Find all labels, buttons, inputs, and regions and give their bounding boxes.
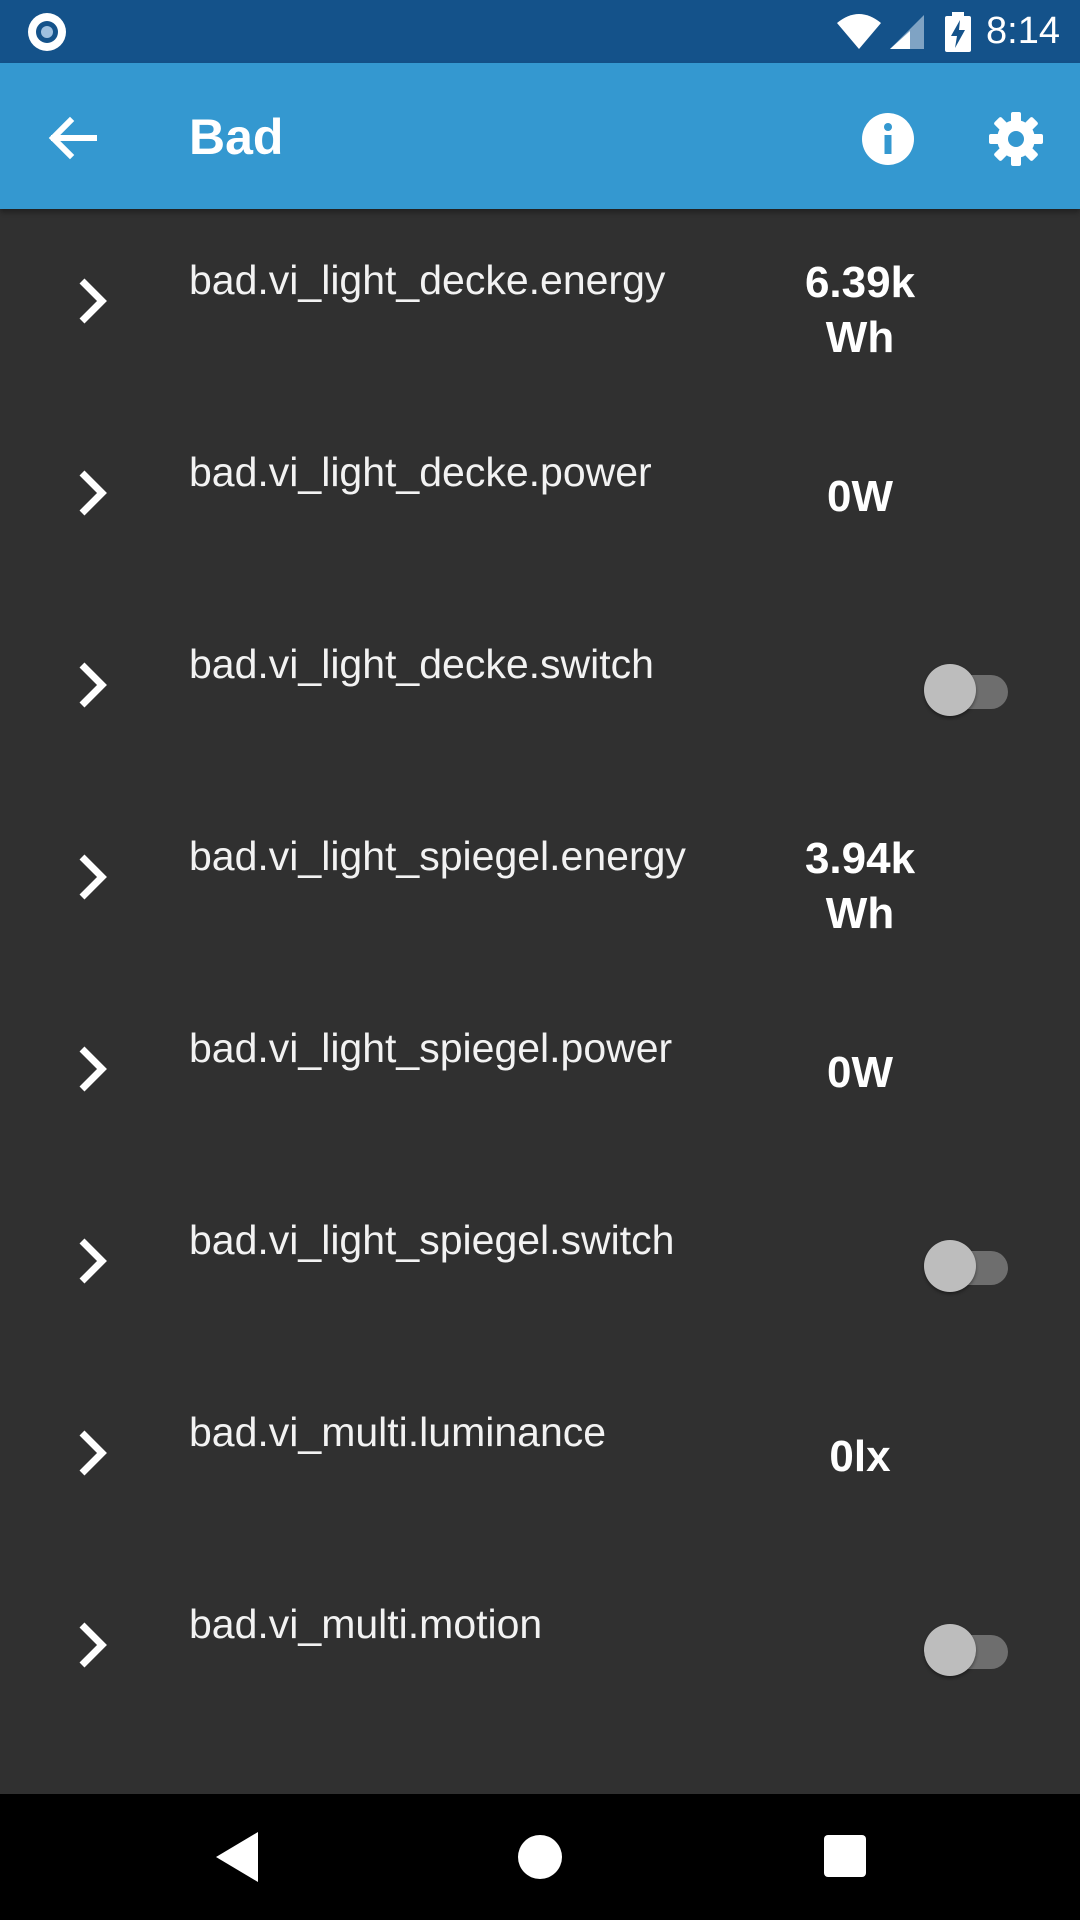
status-icons: 8:14 <box>836 0 1060 63</box>
entity-list: bad.vi_light_decke.energy 6.39k Wh bad.v… <box>0 209 1080 1794</box>
chevron-right-icon[interactable] <box>70 1231 120 1291</box>
app-bar: Bad <box>0 63 1080 209</box>
cell-signal-icon <box>890 14 925 49</box>
switch-toggle[interactable] <box>924 1239 1008 1293</box>
status-time: 8:14 <box>986 10 1060 52</box>
value-number: 6.39k <box>804 258 916 307</box>
settings-button[interactable] <box>980 103 1052 175</box>
record-icon <box>28 13 66 51</box>
list-item-decke-switch[interactable]: bad.vi_light_decke.switch <box>0 593 1080 785</box>
page-title: Bad <box>189 109 284 165</box>
toggle-thumb <box>924 1624 976 1676</box>
entity-label: bad.vi_multi.luminance <box>189 1409 607 1455</box>
switch-toggle[interactable] <box>924 663 1008 717</box>
entity-label: bad.vi_light_spiegel.power <box>189 1025 673 1071</box>
entity-value: 0W <box>827 1048 893 1097</box>
value-number: 3.94k <box>804 834 916 883</box>
entity-value: 0W <box>827 472 893 521</box>
status-bar: 8:14 <box>0 0 1080 63</box>
info-icon <box>862 113 914 165</box>
list-item-decke-energy[interactable]: bad.vi_light_decke.energy 6.39k Wh <box>0 209 1080 401</box>
value-unit: Wh <box>825 889 895 938</box>
entity-label: bad.vi_light_decke.switch <box>189 641 654 687</box>
nav-home-icon[interactable] <box>518 1835 562 1879</box>
entity-value: 6.39k Wh <box>760 255 960 365</box>
entity-label: bad.vi_light_spiegel.switch <box>189 1217 675 1263</box>
entity-value: 0lx <box>829 1432 891 1481</box>
system-nav-bar <box>0 1794 1080 1920</box>
nav-back-icon[interactable] <box>212 1830 262 1884</box>
entity-label: bad.vi_light_spiegel.energy <box>189 833 686 879</box>
toggle-thumb <box>924 1240 976 1292</box>
list-item-decke-power[interactable]: bad.vi_light_decke.power 0W <box>0 401 1080 593</box>
entity-label: bad.vi_light_decke.power <box>189 449 652 495</box>
wifi-icon <box>837 13 882 49</box>
chevron-right-icon[interactable] <box>70 847 120 907</box>
entity-label: bad.vi_multi.motion <box>189 1601 543 1647</box>
battery-charging-icon <box>945 11 972 52</box>
chevron-right-icon[interactable] <box>70 1615 120 1675</box>
entity-label: bad.vi_light_decke.energy <box>189 257 666 303</box>
entity-value: 3.94k Wh <box>760 831 960 941</box>
chevron-right-icon[interactable] <box>70 271 120 331</box>
toggle-thumb <box>924 664 976 716</box>
list-item-multi-luminance[interactable]: bad.vi_multi.luminance 0lx <box>0 1361 1080 1553</box>
chevron-right-icon[interactable] <box>70 463 120 523</box>
list-item-multi-motion[interactable]: bad.vi_multi.motion <box>0 1553 1080 1745</box>
switch-toggle[interactable] <box>924 1623 1008 1677</box>
back-button[interactable] <box>38 103 108 173</box>
arrow-left-icon <box>48 116 97 160</box>
list-item-spiegel-power[interactable]: bad.vi_light_spiegel.power 0W <box>0 977 1080 1169</box>
list-item-spiegel-energy[interactable]: bad.vi_light_spiegel.energy 3.94k Wh <box>0 785 1080 977</box>
value-unit: Wh <box>825 313 895 362</box>
list-item-spiegel-switch[interactable]: bad.vi_light_spiegel.switch <box>0 1169 1080 1361</box>
gear-icon <box>989 112 1043 166</box>
info-button[interactable] <box>852 103 924 175</box>
chevron-right-icon[interactable] <box>70 1423 120 1483</box>
chevron-right-icon[interactable] <box>70 655 120 715</box>
nav-recents-icon[interactable] <box>824 1835 866 1877</box>
chevron-right-icon[interactable] <box>70 1039 120 1099</box>
